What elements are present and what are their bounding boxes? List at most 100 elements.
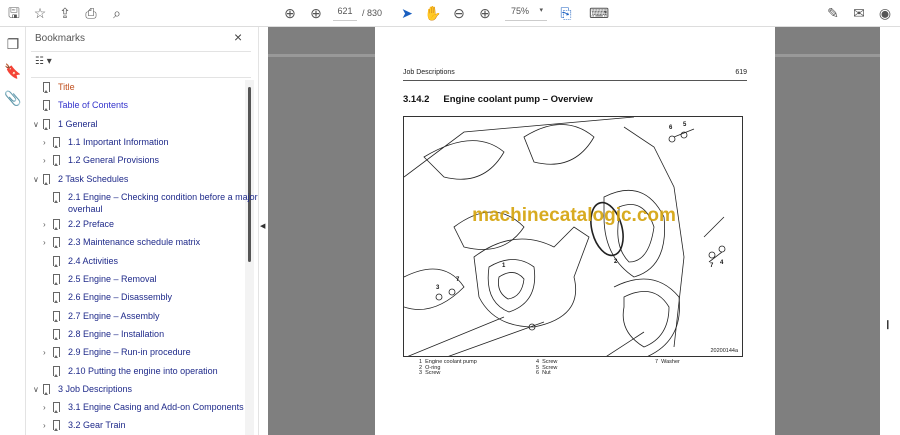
- bookmark-icon: [53, 310, 60, 322]
- bookmark-icon: [53, 420, 60, 432]
- bookmarks-icon[interactable]: 🔖: [4, 62, 22, 80]
- panel-divider[interactable]: ◀: [258, 27, 268, 435]
- bookmark-label: 1.1 Important Information: [68, 136, 169, 147]
- callout: 5: [683, 122, 687, 128]
- zoom-select[interactable]: 75% ▾: [505, 6, 547, 21]
- bookmark-icon: [53, 136, 60, 148]
- legend-text: Nut: [542, 370, 551, 376]
- chevron-down-icon[interactable]: ∨: [33, 120, 39, 129]
- bookmark-label: 3.2 Gear Train: [68, 420, 126, 431]
- chevron-down-icon[interactable]: ∨: [33, 385, 39, 394]
- bookmark-label: 1 General: [58, 118, 98, 129]
- bookmark-icon: [53, 347, 60, 359]
- scroll-handle-icon[interactable]: ❙: [884, 319, 892, 330]
- bookmark-label: 2 Task Schedules: [58, 173, 129, 184]
- zoom-out-icon[interactable]: ⊖: [450, 4, 468, 22]
- bookmark-label: 3 Job Descriptions: [58, 383, 133, 394]
- watermark: machinecatalogic.com: [472, 205, 676, 226]
- bookmark-icon: [43, 173, 50, 185]
- account-icon[interactable]: ◉: [876, 4, 894, 22]
- hand-tool-icon[interactable]: ✋: [424, 4, 442, 22]
- chevron-right-icon[interactable]: ›: [43, 220, 46, 229]
- chevron-right-icon[interactable]: ›: [43, 348, 46, 357]
- pages-thumbnail-icon[interactable]: ❐: [4, 35, 22, 53]
- figure-id: 20200144a: [710, 348, 738, 354]
- callout: 6: [669, 125, 673, 131]
- scrollbar-thumb[interactable]: [248, 87, 251, 262]
- bookmark-icon: [43, 383, 50, 395]
- callout: 1: [502, 263, 506, 269]
- scroll-indicator: [775, 54, 880, 57]
- email-icon[interactable]: ✉: [850, 4, 868, 22]
- heading-text: Engine coolant pump – Overview: [443, 94, 593, 105]
- zoom-value: 75%: [511, 6, 530, 16]
- bookmark-label: 1.2 General Provisions: [68, 155, 160, 166]
- bookmark-icon: [53, 219, 60, 231]
- bookmark-options-button[interactable]: ☷ ▾: [35, 56, 52, 67]
- zoom-in-icon[interactable]: ⊕: [476, 4, 494, 22]
- bookmark-label: 2.9 Engine – Run-in procedure: [68, 347, 191, 358]
- bookmark-label: 2.4 Activities: [68, 255, 119, 266]
- engine-drawing: 6 5 2 7 4 3 7 1: [404, 117, 726, 356]
- bookmark-icon: [53, 274, 60, 285]
- divider: [31, 77, 251, 78]
- legend-number: 3: [419, 370, 423, 376]
- page-header-section: Job Descriptions: [403, 69, 455, 76]
- callout: 3: [436, 285, 440, 291]
- toolbar: 🖫 ☆ ⇪ ⎙ ⌕ ⊕ ⊕ 621 / 830 ➤ ✋ ⊖ ⊕ 75% ▾ ⎘ ⌨…: [0, 0, 900, 27]
- legend-item: 6 Nut: [536, 370, 551, 376]
- chevron-right-icon[interactable]: ›: [43, 403, 46, 412]
- bookmark-label: Title: [58, 82, 75, 92]
- heading-number: 3.14.2: [403, 94, 430, 105]
- callout: 7: [710, 263, 714, 269]
- header-rule: [403, 80, 747, 81]
- bookmark-label: 2.8 Engine – Installation: [68, 328, 165, 339]
- legend-text: Screw: [425, 370, 441, 376]
- chevron-right-icon[interactable]: ›: [43, 156, 46, 165]
- bookmark-star-icon[interactable]: ☆: [31, 4, 49, 22]
- chevron-right-icon[interactable]: ›: [43, 138, 46, 147]
- attachment-icon[interactable]: 📎: [4, 89, 22, 107]
- bookmark-label-cont: overhaul: [68, 203, 103, 214]
- page-number-input[interactable]: 621: [333, 6, 357, 21]
- keyboard-scroll-icon[interactable]: ⌨: [589, 4, 609, 22]
- right-scrollbar[interactable]: ❙: [880, 27, 900, 435]
- bookmark-icon: [53, 292, 60, 304]
- next-page-icon[interactable]: ⊕: [307, 4, 325, 22]
- chevron-right-icon[interactable]: ›: [43, 238, 46, 247]
- divider: [31, 51, 251, 52]
- bookmark-label: 2.5 Engine – Removal: [68, 274, 157, 284]
- bookmark-icon: [53, 237, 60, 249]
- chevron-right-icon[interactable]: ›: [43, 421, 46, 430]
- close-icon[interactable]: ×: [234, 29, 242, 45]
- sign-icon[interactable]: ✎: [824, 4, 842, 22]
- bookmarks-panel: Bookmarks × ☷ ▾ Title Table of Contents ∨ 1…: [26, 27, 258, 435]
- bookmark-label: 2.2 Preface: [68, 219, 115, 230]
- section-heading: 3.14.2 Engine coolant pump – Overview: [403, 94, 593, 105]
- document-area: Job Descriptions 619 3.14.2 Engine coolan…: [268, 27, 880, 435]
- save-icon[interactable]: 🖫: [5, 4, 23, 22]
- chevron-down-icon[interactable]: ∨: [33, 175, 39, 184]
- prev-page-icon[interactable]: ⊕: [281, 4, 299, 22]
- bookmark-icon: [53, 191, 60, 203]
- fit-page-icon[interactable]: ⎘: [557, 4, 575, 22]
- print-icon[interactable]: ⎙: [82, 4, 100, 22]
- legend-item: 3 Screw: [419, 370, 440, 376]
- scroll-indicator: [268, 54, 375, 57]
- figure: 6 5 2 7 4 3 7 1 20200144a machinecatalog…: [403, 116, 743, 357]
- select-cursor-icon[interactable]: ➤: [398, 4, 416, 22]
- upload-cloud-icon[interactable]: ⇪: [56, 4, 74, 22]
- bookmark-label: Table of Contents: [58, 100, 129, 111]
- page-number: 619: [735, 69, 747, 76]
- legend-number: 7: [655, 359, 659, 365]
- bookmark-icon: [53, 402, 60, 414]
- bookmark-icon: [43, 100, 50, 112]
- collapse-panel-icon[interactable]: ◀: [260, 222, 265, 230]
- bookmark-label: 2.10 Putting the engine into operation: [68, 365, 218, 376]
- search-icon[interactable]: ⌕: [108, 4, 126, 22]
- legend-number: 6: [536, 370, 540, 376]
- bookmark-icon: [43, 118, 50, 130]
- legend-item: 7 Washer: [655, 359, 680, 365]
- page-total: / 830: [362, 8, 383, 18]
- bookmark-label: 3.1 Engine Casing and Add-on Components: [68, 402, 244, 413]
